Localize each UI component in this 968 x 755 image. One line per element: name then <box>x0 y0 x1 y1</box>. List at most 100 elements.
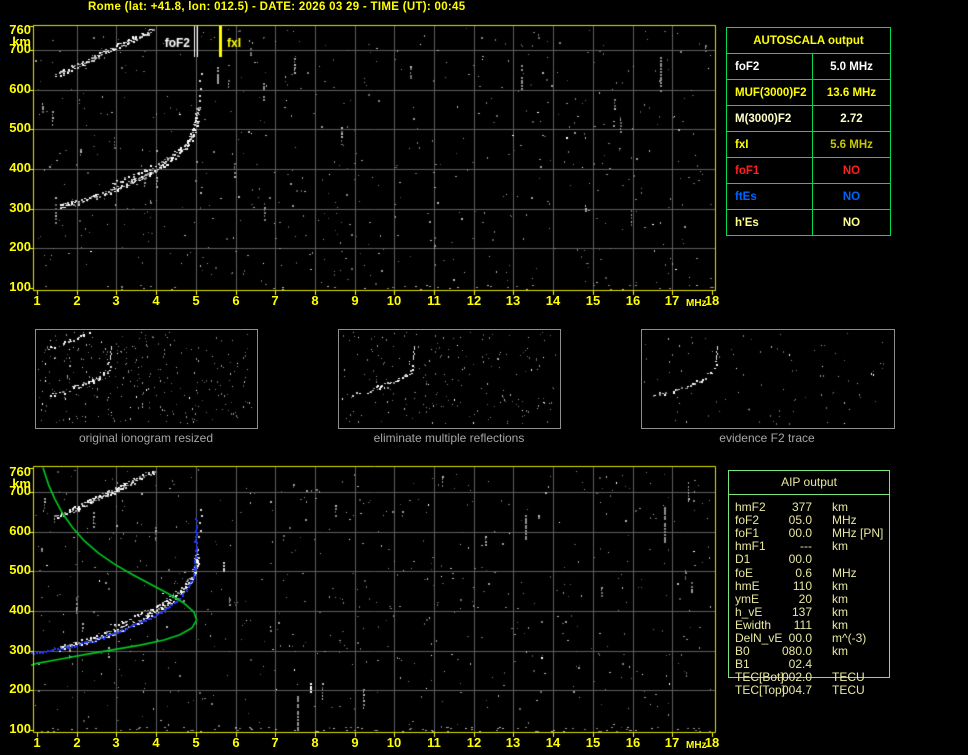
y-axis-label: 100 <box>9 279 31 294</box>
autoscala-window: Rome (lat: +41.8, lon: 012.5) - DATE: 20… <box>0 0 968 755</box>
aip-row-unit: km <box>832 604 848 619</box>
autoscala-row: h'Es NO <box>727 210 890 235</box>
autoscala-row-label: h'Es <box>727 210 813 235</box>
station-date-title: Rome (lat: +41.8, lon: 012.5) - DATE: 20… <box>88 1 466 13</box>
aip-row-unit: TECU <box>832 670 865 685</box>
aip-row: h_vE 137 km <box>728 604 900 619</box>
autoscala-row-value: 2.72 <box>840 112 863 125</box>
aip-row-unit: km <box>832 644 848 659</box>
aip-row: foF2 05.0 MHz <box>728 514 900 527</box>
x-axis-label: 8 <box>311 735 319 750</box>
aip-row: B0 080.0 km <box>728 645 900 658</box>
y-axis-label: 500 <box>9 562 31 577</box>
autoscala-row: fxI 5.6 MHz <box>727 132 890 158</box>
aip-row: hmF1 --- km <box>728 540 900 553</box>
x-axis-label: 9 <box>351 735 359 750</box>
bottom-profile-plot <box>27 465 719 739</box>
x-axis-label: 7 <box>271 735 279 750</box>
x-axis-label: 1 <box>33 293 41 308</box>
x-axis-label: 2 <box>73 293 81 308</box>
aip-row-value: 110 <box>792 578 812 593</box>
y-axis-label: 200 <box>9 239 31 254</box>
autoscala-row-value: 13.6 MHz <box>826 86 877 99</box>
aip-row-value: 00.0 <box>788 526 812 541</box>
y-axis-label: 200 <box>9 681 31 696</box>
aip-row-unit: km <box>832 578 848 593</box>
autoscala-table-header: AUTOSCALA output <box>727 28 890 54</box>
aip-row-note: [PN] <box>860 526 884 541</box>
x-axis-label: 6 <box>232 293 240 308</box>
aip-row: DelN_vE 00.0 m^(-3) <box>728 632 900 645</box>
x-axis-label: 14 <box>545 293 561 308</box>
panel-original-ionogram-canvas <box>36 330 255 426</box>
autoscala-row-label: ftEs <box>727 184 813 209</box>
aip-row-label: B1 <box>735 657 750 672</box>
x-axis-label: 12 <box>466 735 482 750</box>
aip-row: foF1 00.0 MHz [PN] <box>728 527 900 540</box>
aip-row-unit: MHz <box>832 526 857 541</box>
top-ionogram-plot <box>27 24 719 298</box>
x-axis-label: 16 <box>625 735 641 750</box>
y-axis-label: 100 <box>9 721 31 736</box>
panel-caption-evidence: evidence F2 trace <box>719 431 815 445</box>
x-axis-label: 5 <box>192 293 200 308</box>
panel-caption-eliminate: eliminate multiple reflections <box>373 431 525 445</box>
x-axis-label: 16 <box>625 293 641 308</box>
x-axis-label: 17 <box>664 293 680 308</box>
y-axis-label: 300 <box>9 200 31 215</box>
x-axis-label: 9 <box>351 293 359 308</box>
x-axis-label: 15 <box>585 293 601 308</box>
x-axis-label: 17 <box>664 735 680 750</box>
y-axis-unit-label: km <box>12 34 31 49</box>
x-axis-label: 11 <box>427 293 441 308</box>
x-axis-label: 14 <box>545 735 561 750</box>
y-axis-label: 500 <box>9 120 31 135</box>
aip-row: Ewidth 111 km <box>728 617 900 632</box>
aip-row: TEC[Top] 004.7 TECU <box>728 684 900 697</box>
x-axis-label: 12 <box>466 293 482 308</box>
x-axis-label: 10 <box>386 735 402 750</box>
aip-row-label: D1 <box>735 552 751 567</box>
aip-row-label: B0 <box>735 644 750 659</box>
x-axis-label: 11 <box>427 735 441 750</box>
autoscala-row-label: fxI <box>727 132 813 157</box>
autoscala-row: M(3000)F2 2.72 <box>727 106 890 132</box>
autoscala-row: MUF(3000)F2 13.6 MHz <box>727 80 890 106</box>
autoscala-row: foF2 5.0 MHz <box>727 54 890 80</box>
autoscala-row-value: 5.6 MHz <box>830 138 873 151</box>
autoscala-row-label: foF2 <box>727 54 813 79</box>
aip-row-unit: km <box>832 617 848 632</box>
aip-row-value: 0.6 <box>795 565 812 580</box>
aip-row-unit: m^(-3) <box>832 631 867 645</box>
y-axis-unit-label: km <box>12 476 31 491</box>
aip-row-unit: km <box>832 500 848 514</box>
autoscala-output-table: AUTOSCALA output foF2 5.0 MHz MUF(3000)F2 1… <box>726 27 891 236</box>
aip-row-value: 05.0 <box>788 513 812 528</box>
y-axis-label: 600 <box>9 81 31 96</box>
panel-evidence-f2-canvas <box>642 330 892 426</box>
aip-row: hmF2 377 km <box>728 501 900 514</box>
x-axis-label: 5 <box>192 735 200 750</box>
aip-row-value: --- <box>800 539 812 554</box>
aip-row-unit: km <box>832 539 848 554</box>
autoscala-row-value: NO <box>842 216 861 229</box>
aip-row-value: 004.7 <box>781 683 812 698</box>
aip-row-value: 02.4 <box>788 657 812 672</box>
aip-row: B1 02.4 <box>728 658 900 671</box>
x-axis-label: 13 <box>505 735 521 750</box>
aip-row-value: 20 <box>798 591 812 606</box>
panel-caption-original: original ionogram resized <box>78 431 214 445</box>
aip-row-unit: MHz <box>832 565 857 580</box>
autoscala-row: ftEs NO <box>727 184 890 210</box>
aip-row-value: 080.0 <box>781 644 812 659</box>
aip-row: D1 00.0 <box>728 553 900 566</box>
y-axis-label: 600 <box>9 523 31 538</box>
panel-original-ionogram <box>35 329 258 429</box>
panel-evidence-f2 <box>641 329 895 429</box>
x-axis-label: 4 <box>152 293 160 308</box>
aip-row-value: 377 <box>791 500 812 514</box>
aip-row: foE 0.6 MHz <box>728 565 900 580</box>
aip-row-value: 002.0 <box>781 670 812 685</box>
x-axis-label: 6 <box>232 735 240 750</box>
x-axis-label: 15 <box>585 735 601 750</box>
